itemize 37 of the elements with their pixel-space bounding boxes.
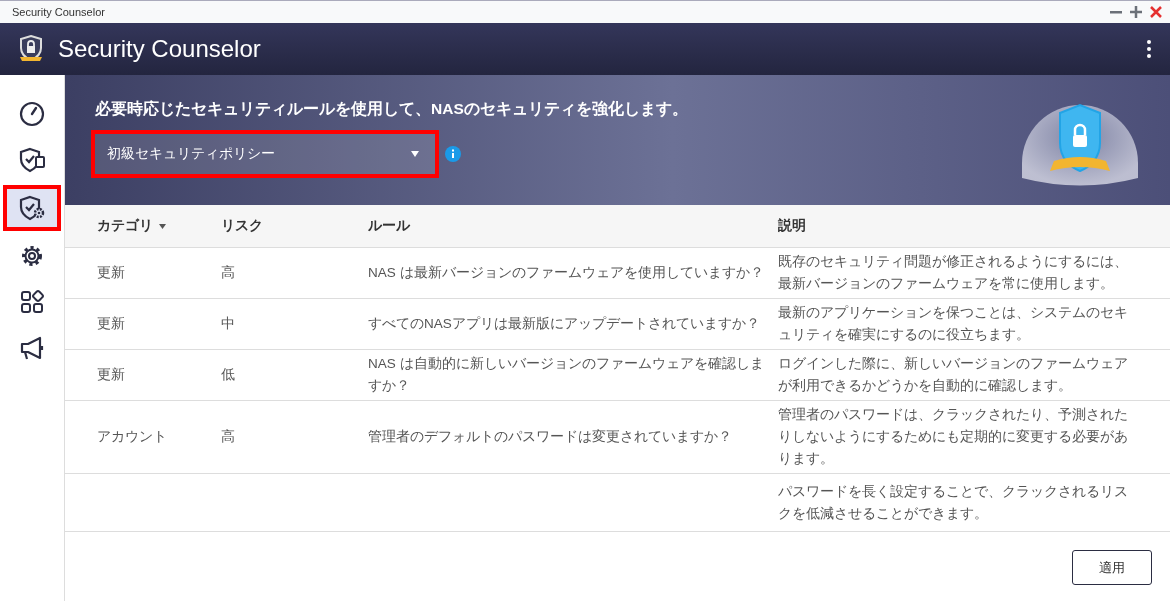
category-cell: 更新 <box>97 265 125 280</box>
window-title: Security Counselor <box>12 6 105 18</box>
category-cell: アカウント <box>97 429 167 444</box>
rule-cell-text: 管理者のデフォルトのパスワードは変更されていますか？ <box>368 428 733 446</box>
description-cell-text: 既存のセキュリティ問題が修正されるようにするには、最新バージョンのファームウェアを常に使用します。 <box>778 253 1129 293</box>
gauge-icon <box>18 100 46 128</box>
sort-caret-icon <box>159 223 166 229</box>
description-cell-text: パスワードを長く設定することで、クラックされるリスクを低減させることができます。 <box>778 482 1129 523</box>
close-icon[interactable] <box>1150 6 1162 18</box>
rule-cell-text: NAS は最新バージョンのファームウェアを使用していますか？ <box>368 264 765 282</box>
maximize-icon[interactable] <box>1130 6 1142 18</box>
more-menu-icon[interactable] <box>1146 39 1152 59</box>
shield-gear-icon <box>18 194 46 222</box>
rule-cell-text: すべてのNASアプリは最新版にアップデートされていますか？ <box>368 315 761 333</box>
column-header: 説明 <box>778 217 806 235</box>
banner-heading: 必要時応じたセキュリティルールを使用して、NASのセキュリティを強化します。 <box>95 99 689 119</box>
risk-cell: 低 <box>221 367 235 382</box>
column-header: ルール <box>368 217 410 235</box>
category-cell: 更新 <box>97 367 125 382</box>
shield-card-icon <box>18 146 46 174</box>
description-cell-text: 管理者のパスワードは、クラックされたり、予測されたりしないようにするためにも定期的に変更する必要があります。 <box>778 406 1129 468</box>
apps-icon <box>18 288 46 316</box>
caret-icon <box>411 151 419 157</box>
column-header: リスク <box>221 217 263 235</box>
description-cell-text: 最新のアプリケーションを保つことは、システムのセキュリティを確実にするのに役立ちます。 <box>778 304 1129 344</box>
category-cell: 更新 <box>97 316 125 331</box>
info-icon[interactable] <box>445 146 461 162</box>
megaphone-icon <box>18 334 46 362</box>
column-header[interactable]: カテゴリ <box>97 217 166 235</box>
risk-cell: 中 <box>221 316 235 331</box>
description-cell-text: ログインした際に、新しいバージョンのファームウェアが利用できるかどうかを自動的に確認します。 <box>778 355 1129 395</box>
app-title: Security Counselor <box>58 35 262 63</box>
risk-cell: 高 <box>221 265 235 280</box>
rule-cell-text: NAS は自動的に新しいバージョンのファームウェアを確認しますか？ <box>368 355 765 395</box>
apply-button[interactable]: 適用 <box>1072 550 1152 585</box>
risk-cell: 高 <box>221 429 235 444</box>
shield-lock-icon <box>18 35 44 63</box>
